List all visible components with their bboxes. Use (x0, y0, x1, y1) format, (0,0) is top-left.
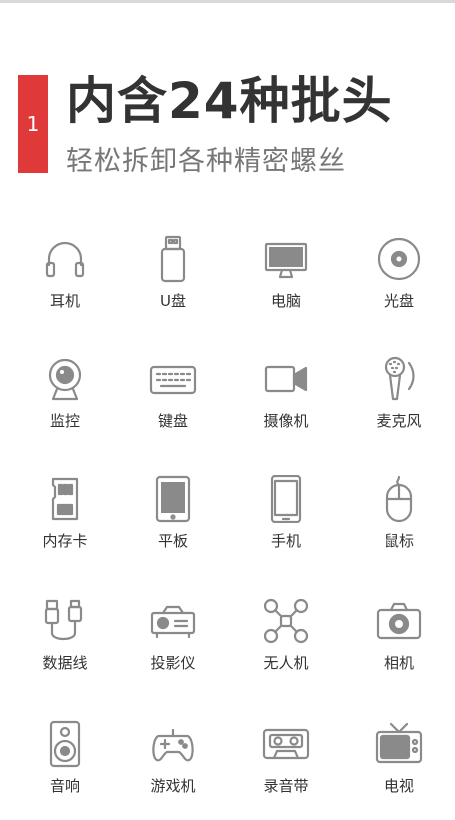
device-label: 电视 (383, 777, 414, 795)
device-label: 监控 (49, 412, 80, 430)
device-item-gamepad: 游戏机 (123, 710, 223, 820)
device-item-speaker: 音响 (15, 710, 115, 820)
section-number: 1 (26, 112, 40, 136)
device-item-microphone: 麦克风 (349, 345, 449, 455)
device-item-drone: 无人机 (236, 587, 336, 697)
page-title: 内含24种批头 (66, 72, 393, 130)
usb-drive-icon (160, 235, 186, 283)
mouse-icon (385, 475, 413, 523)
device-label: 音响 (49, 777, 80, 795)
device-item-computer: 电脑 (236, 225, 336, 335)
device-item-camera: 相机 (349, 587, 449, 697)
device-label: 键盘 (157, 412, 188, 430)
disc-icon (377, 237, 421, 281)
microphone-icon (384, 356, 415, 401)
tv-icon (375, 722, 423, 764)
gamepad-icon (152, 728, 194, 762)
tablet-icon (155, 475, 191, 523)
camera-icon (376, 602, 422, 640)
device-item-disc: 光盘 (349, 225, 449, 335)
page-subtitle: 轻松拆卸各种精密螺丝 (66, 146, 346, 177)
section-number-badge: 1 (18, 75, 48, 173)
device-item-video-camera: 摄像机 (236, 345, 336, 455)
device-label: 内存卡 (42, 532, 88, 550)
phone-icon (270, 475, 302, 523)
device-item-usb: U盘 (123, 225, 223, 335)
device-item-tablet: 平板 (123, 465, 223, 575)
device-item-webcam: 监控 (15, 345, 115, 455)
device-label: 相机 (383, 654, 414, 672)
video-camera-icon (264, 365, 308, 393)
device-label: 光盘 (383, 292, 414, 310)
drone-icon (263, 598, 309, 644)
keyboard-icon (149, 365, 197, 395)
monitor-icon (264, 242, 308, 279)
device-item-tv: 电视 (349, 710, 449, 820)
device-item-memory-card: 内存卡 (15, 465, 115, 575)
device-item-projector: 投影仪 (123, 587, 223, 697)
device-label: 数据线 (42, 654, 88, 672)
projector-icon (150, 605, 196, 639)
device-label: U盘 (160, 292, 186, 310)
device-item-mouse: 鼠标 (349, 465, 449, 575)
device-item-cable: 数据线 (15, 587, 115, 697)
section-header: 1 内含24种批头 轻松拆卸各种精密螺丝 (0, 0, 455, 200)
device-item-keyboard: 键盘 (123, 345, 223, 455)
device-item-headphones: 耳机 (15, 225, 115, 335)
speaker-icon (49, 720, 81, 768)
headphones-icon (45, 241, 85, 278)
device-label: 电脑 (270, 292, 301, 310)
cassette-icon (262, 728, 310, 760)
device-label: 游戏机 (150, 777, 196, 795)
device-label: 手机 (270, 532, 301, 550)
cable-icon (44, 599, 83, 641)
device-item-cassette: 录音带 (236, 710, 336, 820)
device-label: 投影仪 (150, 654, 196, 672)
device-label: 平板 (157, 532, 188, 550)
device-label: 摄像机 (263, 412, 309, 430)
memory-card-icon (51, 477, 79, 521)
device-item-phone: 手机 (236, 465, 336, 575)
device-label: 无人机 (263, 654, 309, 672)
device-label: 耳机 (49, 292, 80, 310)
device-label: 录音带 (263, 777, 309, 795)
device-label: 鼠标 (383, 532, 414, 550)
device-label: 麦克风 (376, 412, 422, 430)
webcam-icon (48, 358, 82, 401)
